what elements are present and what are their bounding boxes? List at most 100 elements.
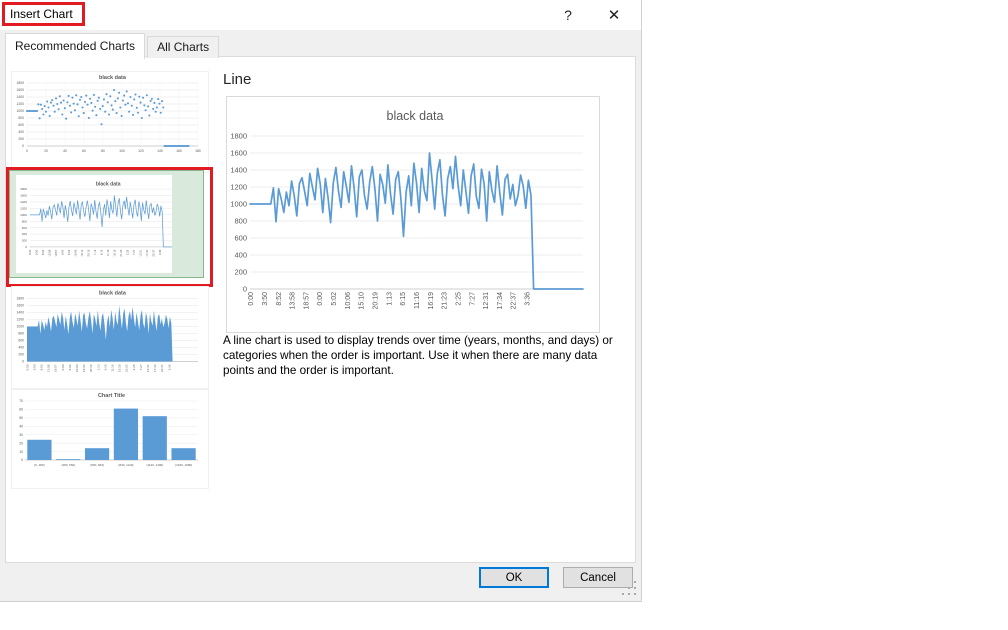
- svg-text:22:37: 22:37: [152, 249, 156, 256]
- svg-text:18:57: 18:57: [303, 292, 310, 310]
- svg-text:21:23: 21:23: [119, 249, 123, 256]
- svg-text:40: 40: [63, 149, 67, 153]
- svg-text:13:58: 13:58: [290, 292, 297, 310]
- area-thumbnail-chart: black data020040060080010001200140016001…: [12, 287, 206, 386]
- svg-text:Chart Title: Chart Title: [98, 393, 125, 399]
- svg-text:7:27: 7:27: [132, 249, 136, 255]
- svg-text:1800: 1800: [16, 297, 24, 301]
- help-icon[interactable]: ?: [553, 4, 583, 26]
- svg-text:black data: black data: [99, 75, 127, 81]
- svg-text:black data: black data: [387, 109, 444, 123]
- svg-text:40: 40: [19, 424, 23, 428]
- svg-text:15:10: 15:10: [359, 292, 366, 310]
- svg-text:15:10: 15:10: [82, 364, 86, 372]
- svg-text:1800: 1800: [230, 132, 247, 141]
- svg-text:21:23: 21:23: [442, 292, 449, 310]
- svg-text:1200: 1200: [230, 183, 247, 192]
- chart-thumbnail-area[interactable]: black data020040060080010001200140016001…: [11, 286, 209, 389]
- dialog-titlebar: Insert Chart ? ✕: [0, 0, 641, 30]
- svg-text:0:00: 0:00: [317, 292, 324, 306]
- svg-text:8:52: 8:52: [276, 292, 283, 306]
- svg-text:30: 30: [19, 433, 23, 437]
- line-thumbnail-chart: black data020040060080010001200140016001…: [16, 175, 172, 273]
- svg-text:1800: 1800: [20, 187, 27, 191]
- svg-text:20: 20: [19, 441, 23, 445]
- svg-text:17:34: 17:34: [153, 364, 157, 372]
- svg-text:2:25: 2:25: [126, 249, 130, 255]
- svg-text:13:58: 13:58: [47, 364, 51, 372]
- svg-text:5:02: 5:02: [68, 364, 72, 370]
- svg-text:22:37: 22:37: [160, 364, 164, 372]
- chart-thumbnail-histogram[interactable]: Chart Title010203040506070[0, 280](280, …: [11, 389, 209, 489]
- close-icon[interactable]: ✕: [599, 4, 629, 26]
- svg-text:600: 600: [18, 339, 24, 343]
- svg-text:17:34: 17:34: [497, 292, 504, 310]
- svg-text:3:36: 3:36: [158, 249, 162, 255]
- svg-text:120: 120: [138, 149, 144, 153]
- chart-type-heading: Line: [223, 71, 251, 88]
- tab-all-charts[interactable]: All Charts: [147, 36, 219, 58]
- svg-text:18:57: 18:57: [54, 249, 58, 256]
- svg-text:0: 0: [21, 458, 23, 462]
- svg-text:2:25: 2:25: [132, 364, 136, 370]
- svg-text:22:37: 22:37: [511, 292, 518, 310]
- svg-text:1:13: 1:13: [386, 292, 393, 306]
- svg-text:200: 200: [18, 353, 24, 357]
- svg-text:0: 0: [243, 285, 247, 294]
- svg-text:600: 600: [234, 234, 247, 243]
- svg-text:18:57: 18:57: [54, 364, 58, 372]
- svg-text:50: 50: [19, 416, 23, 420]
- svg-text:400: 400: [22, 232, 27, 236]
- svg-text:7:27: 7:27: [139, 364, 143, 370]
- tab-recommended-charts[interactable]: Recommended Charts: [5, 33, 145, 59]
- svg-text:1000: 1000: [20, 213, 27, 217]
- screen: Insert Chart ? ✕ Recommended Charts All …: [0, 0, 1008, 630]
- svg-text:10:06: 10:06: [74, 249, 78, 256]
- svg-text:1000: 1000: [16, 325, 24, 329]
- svg-text:12:31: 12:31: [139, 249, 143, 256]
- svg-text:10: 10: [19, 450, 23, 454]
- svg-text:12:31: 12:31: [483, 292, 490, 310]
- svg-text:1600: 1600: [16, 88, 24, 92]
- svg-text:3:50: 3:50: [35, 249, 39, 255]
- svg-text:0:00: 0:00: [28, 249, 32, 255]
- scatter-thumbnail-chart: black data020040060080010001200140016001…: [12, 72, 206, 170]
- svg-text:1600: 1600: [16, 304, 24, 308]
- svg-text:1200: 1200: [16, 318, 24, 322]
- svg-text:400: 400: [18, 346, 24, 350]
- svg-text:3:36: 3:36: [167, 364, 171, 370]
- svg-text:6:15: 6:15: [100, 249, 104, 255]
- svg-text:20:19: 20:19: [89, 364, 93, 372]
- insert-chart-dialog: Insert Chart ? ✕ Recommended Charts All …: [0, 0, 642, 602]
- line-chart-preview: black data020040060080010001200140016001…: [227, 97, 597, 330]
- svg-text:16:19: 16:19: [428, 292, 435, 310]
- svg-text:8:52: 8:52: [41, 249, 45, 255]
- svg-text:1600: 1600: [20, 194, 27, 198]
- resize-grip-icon[interactable]: [622, 581, 636, 595]
- svg-text:0: 0: [22, 360, 24, 364]
- svg-text:8:52: 8:52: [40, 364, 44, 370]
- svg-text:11:16: 11:16: [111, 364, 115, 372]
- svg-text:(840, 1120]: (840, 1120]: [118, 463, 133, 467]
- svg-text:15:10: 15:10: [80, 249, 84, 256]
- chart-thumbnail-line-selected[interactable]: black data020040060080010001200140016001…: [9, 170, 204, 278]
- ok-button[interactable]: OK: [479, 567, 549, 588]
- svg-text:(280, 560]: (280, 560]: [61, 463, 75, 467]
- svg-text:6:15: 6:15: [400, 292, 407, 306]
- svg-text:1400: 1400: [230, 166, 247, 175]
- svg-text:0: 0: [26, 149, 28, 153]
- svg-text:1600: 1600: [230, 149, 247, 158]
- selected-thumb-chart-area: black data020040060080010001200140016001…: [16, 175, 172, 273]
- svg-text:13:58: 13:58: [48, 249, 52, 256]
- svg-text:12:31: 12:31: [146, 364, 150, 372]
- svg-text:160: 160: [176, 149, 182, 153]
- svg-text:17:34: 17:34: [145, 249, 149, 256]
- svg-text:5:02: 5:02: [331, 292, 338, 306]
- chart-thumbnail-scatter[interactable]: black data020040060080010001200140016001…: [11, 71, 209, 173]
- svg-text:2:25: 2:25: [455, 292, 462, 306]
- svg-text:[0, 280]: [0, 280]: [34, 463, 44, 467]
- svg-text:0: 0: [25, 245, 27, 249]
- svg-text:600: 600: [18, 123, 24, 127]
- svg-text:140: 140: [157, 149, 163, 153]
- svg-text:200: 200: [234, 268, 247, 277]
